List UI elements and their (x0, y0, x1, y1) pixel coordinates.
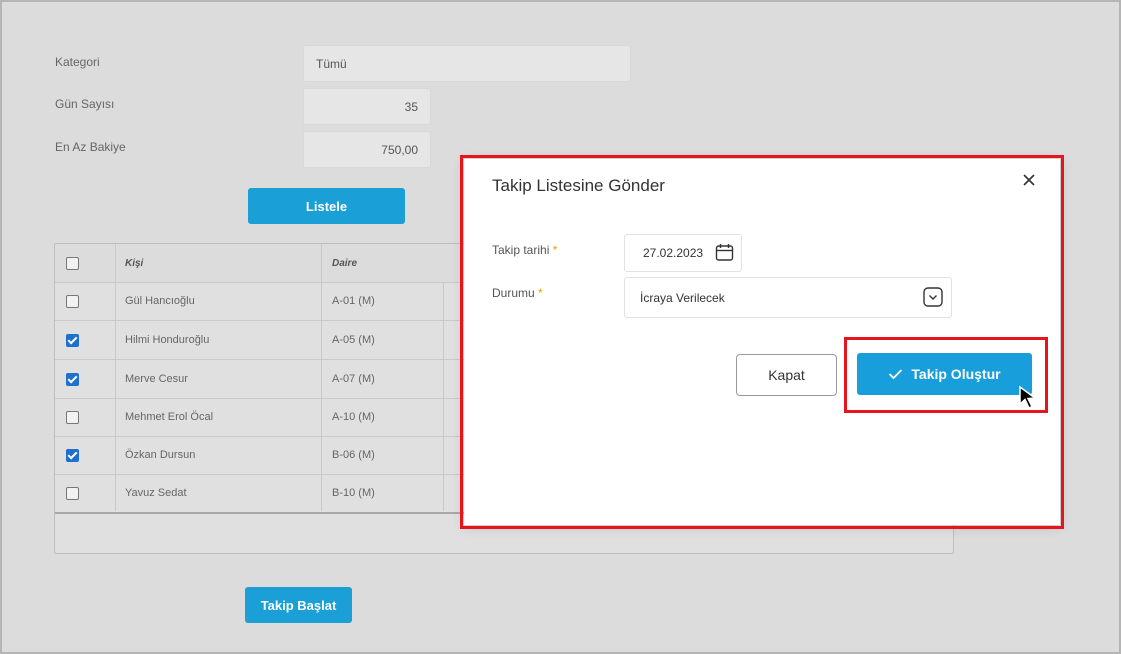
calendar-icon[interactable] (715, 243, 734, 262)
durumu-label-text: Durumu (492, 286, 535, 300)
durumu-value: İcraya Verilecek (640, 290, 725, 305)
row-name: Mehmet Erol Öcal (125, 411, 214, 423)
row-checkbox[interactable] (66, 334, 79, 347)
gun-sayisi-label: Gün Sayısı (55, 97, 115, 111)
en-az-bakiye-label: En Az Bakiye (55, 140, 126, 154)
takip-tarihi-value: 27.02.2023 (643, 246, 704, 260)
kategori-label: Kategori (55, 55, 100, 69)
row-checkbox[interactable] (66, 411, 79, 424)
row-name: Özkan Dursun (125, 449, 196, 461)
row-daire: A-05 (M) (332, 334, 375, 346)
listele-button[interactable]: Listele (248, 188, 405, 224)
modal-title: Takip Listesine Gönder (492, 176, 665, 195)
kategori-value: Tümü (316, 56, 347, 71)
header-kisi: Kişi (125, 258, 144, 269)
header-daire: Daire (332, 258, 358, 269)
check-icon (889, 369, 903, 380)
close-icon[interactable] (1020, 171, 1038, 189)
row-daire: A-01 (M) (332, 295, 375, 307)
row-daire: A-07 (M) (332, 373, 375, 385)
takip-tarihi-label-text: Takip tarihi (492, 243, 550, 257)
row-name: Gül Hancıoğlu (125, 295, 195, 307)
row-checkbox[interactable] (66, 373, 79, 386)
en-az-bakiye-value: 750,00 (381, 142, 418, 157)
required-mark: * (552, 243, 558, 257)
en-az-bakiye-input[interactable]: 750,00 (303, 131, 431, 168)
table-row[interactable]: Hilmi Honduroğlu A-05 (M) (55, 321, 465, 360)
table-row[interactable]: Mehmet Erol Öcal A-10 (M) (55, 398, 465, 437)
durumu-label: Durumu * (492, 286, 543, 300)
takip-modal: Takip Listesine Gönder Takip tarihi * 27… (464, 159, 1060, 525)
gun-sayisi-value: 35 (404, 99, 418, 114)
row-name: Yavuz Sedat (125, 487, 187, 499)
takip-olustur-label: Takip Oluştur (911, 366, 1001, 382)
takip-tarihi-input[interactable]: 27.02.2023 (624, 234, 742, 272)
table-row[interactable]: Merve Cesur A-07 (M) (55, 360, 465, 399)
row-daire: A-10 (M) (332, 411, 375, 423)
row-name: Merve Cesur (125, 373, 188, 385)
required-mark: * (538, 286, 543, 300)
kapat-button[interactable]: Kapat (736, 354, 837, 396)
kategori-select[interactable]: Tümü (303, 45, 631, 82)
chevron-down-icon[interactable] (923, 287, 943, 307)
durumu-select[interactable]: İcraya Verilecek (624, 277, 952, 318)
select-all-checkbox[interactable] (66, 257, 79, 270)
row-checkbox[interactable] (66, 487, 79, 500)
table-row[interactable]: Gül Hancıoğlu A-01 (M) (55, 282, 465, 321)
takip-baslat-button[interactable]: Takip Başlat (245, 587, 352, 623)
takip-olustur-button[interactable]: Takip Oluştur (857, 353, 1032, 395)
row-checkbox[interactable] (66, 295, 79, 308)
table-row[interactable]: Özkan Dursun B-06 (M) (55, 436, 465, 475)
gun-sayisi-input[interactable]: 35 (303, 88, 431, 125)
row-daire: B-10 (M) (332, 487, 375, 499)
row-checkbox[interactable] (66, 449, 79, 462)
takip-tarihi-label: Takip tarihi * (492, 243, 557, 257)
row-name: Hilmi Honduroğlu (125, 334, 210, 346)
mouse-cursor-icon (1019, 385, 1038, 410)
row-daire: B-06 (M) (332, 449, 375, 461)
